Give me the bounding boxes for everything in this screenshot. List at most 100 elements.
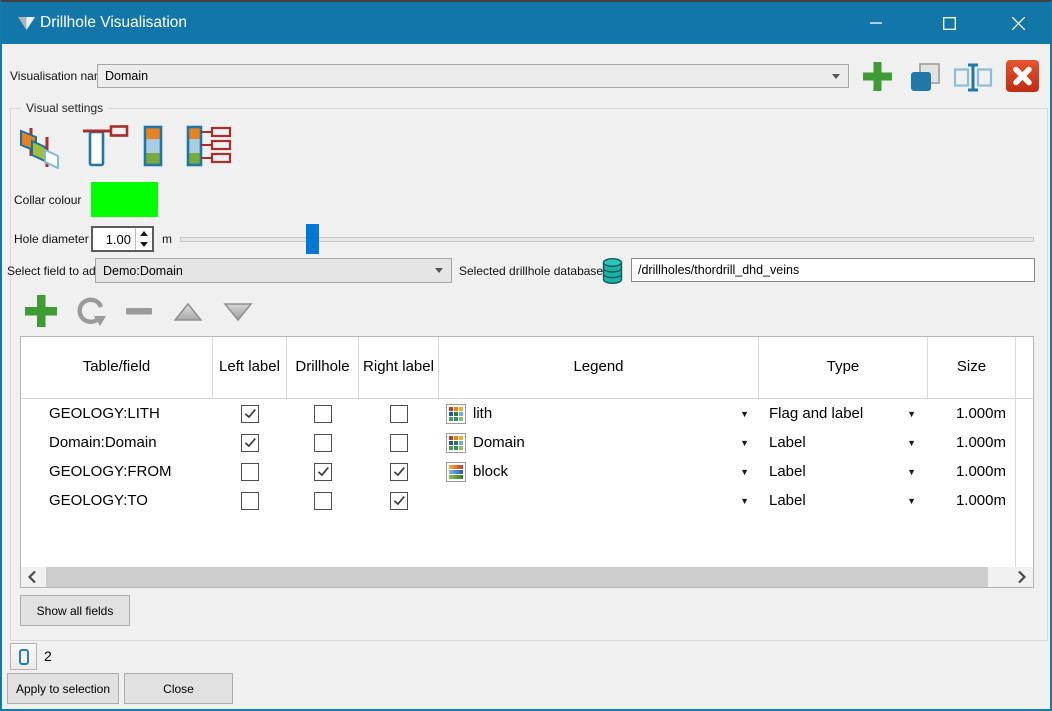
spin-down-button[interactable]: [136, 239, 152, 250]
fields-table: Table/field Left label Drillhole Right l…: [20, 336, 1034, 588]
visualisation-name-label: Visualisation name: [10, 69, 111, 83]
remove-field-button[interactable]: [122, 294, 156, 328]
scroll-right-button[interactable]: [1011, 567, 1033, 587]
header-right-label[interactable]: Right label: [359, 337, 439, 398]
legend-name: lith: [473, 405, 492, 422]
collar-colour-swatch[interactable]: [91, 182, 158, 217]
header-size[interactable]: Size: [928, 337, 1016, 398]
table-row[interactable]: GEOLOGY:LITH lith ▼ Flag and label ▼ 1.0…: [21, 399, 1033, 428]
select-field-combobox[interactable]: Demo:Domain: [95, 258, 452, 283]
add-field-button[interactable]: [22, 292, 60, 330]
type-value: Label: [769, 434, 806, 451]
move-down-button[interactable]: [220, 299, 256, 325]
selection-rect-icon: [19, 649, 29, 665]
refresh-icon: [73, 294, 107, 328]
copy-icon: [908, 61, 942, 94]
selection-indicator-button[interactable]: [10, 643, 37, 670]
move-up-button[interactable]: [170, 299, 206, 325]
spin-down-icon: [140, 242, 148, 247]
hole-diameter-spinbox[interactable]: 1.00: [91, 226, 154, 252]
size-value[interactable]: 1.000m: [928, 428, 1016, 457]
spin-up-button[interactable]: [136, 228, 152, 239]
type-value: Label: [769, 492, 806, 509]
drillhole-checkbox[interactable]: [314, 405, 332, 423]
scrollbar-thumb[interactable]: [46, 567, 988, 587]
left-label-checkbox[interactable]: [241, 492, 259, 510]
type-dropdown-arrow[interactable]: ▼: [907, 496, 916, 506]
type-value: Flag and label: [769, 405, 863, 422]
close-button[interactable]: [995, 2, 1041, 44]
hole-diameter-slider-handle[interactable]: [306, 224, 319, 254]
type-value: Label: [769, 463, 806, 480]
horizontal-scrollbar[interactable]: [21, 567, 1033, 587]
drillhole-checkbox[interactable]: [314, 463, 332, 481]
size-value[interactable]: 1.000m: [928, 486, 1016, 515]
duplicate-visualisation-button[interactable]: [907, 60, 943, 94]
rename-visualisation-button[interactable]: [952, 61, 994, 93]
legend-dropdown-arrow[interactable]: ▼: [740, 467, 749, 477]
interval-with-labels-icon: [184, 123, 236, 169]
size-value[interactable]: 1.000m: [928, 399, 1016, 428]
triangle-down-icon: [222, 300, 254, 324]
minimize-icon: [870, 17, 882, 29]
database-path-value: /drillholes/thordrill_dhd_veins: [638, 263, 799, 277]
database-path-field[interactable]: /drillholes/thordrill_dhd_veins: [631, 258, 1035, 282]
drillhole-checkbox[interactable]: [314, 434, 332, 452]
type-dropdown-arrow[interactable]: ▼: [907, 438, 916, 448]
table-row[interactable]: GEOLOGY:TO ▼ Label ▼ 1.000m: [21, 486, 1033, 515]
plus-icon: [861, 60, 894, 93]
table-row[interactable]: GEOLOGY:FROM block ▼ Label ▼ 1.000m: [21, 457, 1033, 486]
field-name: GEOLOGY:FROM: [21, 457, 213, 486]
apply-to-selection-button[interactable]: Apply to selection: [7, 673, 119, 704]
drillhole-checkbox[interactable]: [314, 492, 332, 510]
table-row[interactable]: Domain:Domain Domain ▼ Label ▼ 1.000m: [21, 428, 1033, 457]
minimize-button[interactable]: [853, 2, 899, 44]
right-label-checkbox[interactable]: [390, 434, 408, 452]
refresh-fields-button[interactable]: [72, 293, 108, 329]
delete-x-icon: [1005, 59, 1040, 93]
legend-dropdown-arrow[interactable]: ▼: [740, 438, 749, 448]
show-all-fields-button[interactable]: Show all fields: [20, 595, 130, 626]
pattern-style-button[interactable]: [16, 124, 64, 170]
left-label-checkbox[interactable]: [241, 434, 259, 452]
legend-dropdown-arrow[interactable]: ▼: [740, 496, 749, 506]
select-field-label: Select field to add: [7, 264, 102, 278]
left-label-checkbox[interactable]: [241, 463, 259, 481]
interval-style-button[interactable]: [138, 122, 168, 170]
database-icon: [601, 257, 624, 285]
header-legend[interactable]: Legend: [439, 337, 759, 398]
right-label-checkbox[interactable]: [390, 405, 408, 423]
scroll-left-button[interactable]: [21, 567, 43, 587]
left-label-checkbox[interactable]: [241, 405, 259, 423]
hole-diameter-value[interactable]: 1.00: [93, 228, 135, 250]
visual-settings-label: Visual settings: [21, 101, 108, 115]
size-value[interactable]: 1.000m: [928, 457, 1016, 486]
maximize-button[interactable]: [926, 2, 972, 44]
table-body: GEOLOGY:LITH lith ▼ Flag and label ▼ 1.0…: [21, 399, 1033, 515]
legend-swatch-icon[interactable]: [446, 404, 466, 424]
header-drillhole[interactable]: Drillhole: [287, 337, 359, 398]
right-label-checkbox[interactable]: [390, 492, 408, 510]
interval-labels-style-button[interactable]: [182, 122, 238, 170]
legend-dropdown-arrow[interactable]: ▼: [740, 409, 749, 419]
app-logo-icon: [17, 15, 36, 31]
visualisation-name-combobox[interactable]: Domain: [97, 64, 849, 88]
legend-swatch-icon[interactable]: [446, 462, 466, 482]
header-table-field[interactable]: Table/field: [21, 337, 213, 398]
right-label-checkbox[interactable]: [390, 463, 408, 481]
triangle-up-icon: [172, 300, 204, 324]
close-dialog-button[interactable]: Close: [124, 673, 233, 704]
database-button[interactable]: [600, 256, 625, 285]
header-type[interactable]: Type: [759, 337, 928, 398]
legend-swatch-icon[interactable]: [446, 433, 466, 453]
delete-visualisation-button[interactable]: [1005, 59, 1040, 93]
chevron-right-icon: [1017, 570, 1027, 584]
select-field-value: Demo:Domain: [103, 264, 183, 278]
title-bar[interactable]: Drillhole Visualisation: [2, 2, 1050, 44]
add-visualisation-button[interactable]: [860, 59, 895, 94]
spin-up-icon: [140, 231, 148, 236]
type-dropdown-arrow[interactable]: ▼: [907, 467, 916, 477]
header-left-label[interactable]: Left label: [213, 337, 287, 398]
trace-label-style-button[interactable]: [78, 122, 132, 170]
type-dropdown-arrow[interactable]: ▼: [907, 409, 916, 419]
